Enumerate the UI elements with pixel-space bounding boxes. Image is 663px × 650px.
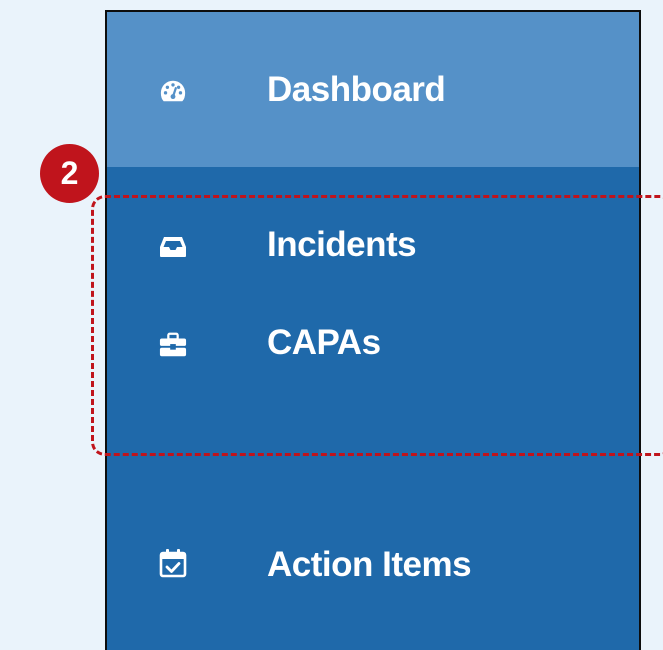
- sidebar-item-label: Action Items: [267, 545, 472, 584]
- sidebar-item-label: Incidents: [267, 225, 417, 264]
- sidebar-item-label: Dashboard: [267, 70, 446, 109]
- sidebar-item-incidents[interactable]: Incidents: [107, 212, 639, 282]
- gauge-icon: [159, 77, 187, 105]
- toolbox-icon: [159, 331, 187, 359]
- inbox-icon: [159, 233, 187, 261]
- sidebar-item-label: CAPAs: [267, 323, 381, 362]
- sidebar-item-capas[interactable]: CAPAs: [107, 302, 639, 392]
- sidebar-item-action-items[interactable]: Action Items: [107, 527, 639, 607]
- calendar-check-icon: [159, 549, 187, 578]
- step-number-badge: 2: [40, 144, 99, 203]
- sidebar-nav: Dashboard Incidents CAPAs Action Items: [105, 10, 641, 650]
- sidebar-item-dashboard[interactable]: Dashboard: [107, 12, 639, 167]
